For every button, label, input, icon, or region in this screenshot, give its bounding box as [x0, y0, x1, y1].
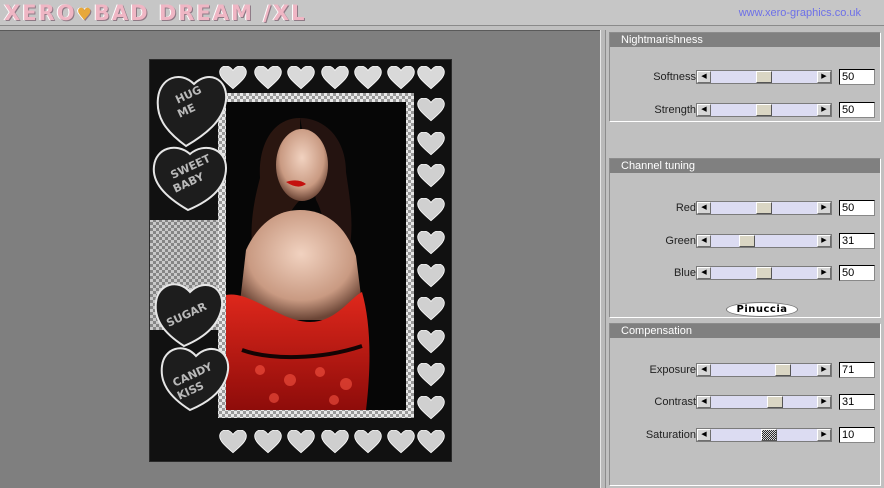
blue-label: Blue: [673, 267, 696, 279]
strength-value[interactable]: 50: [839, 102, 875, 118]
contrast-value[interactable]: 31: [839, 394, 875, 410]
softness-left-arrow-icon[interactable]: ◀: [697, 71, 711, 83]
contrast-slider[interactable]: ◀ ▶: [696, 395, 832, 409]
green-label: Green: [665, 235, 696, 247]
blue-slider-thumb[interactable]: [756, 267, 772, 279]
saturation-slider[interactable]: ◀ ▶: [696, 428, 832, 442]
exposure-slider-thumb[interactable]: [774, 364, 791, 376]
green-right-arrow-icon[interactable]: ▶: [817, 235, 831, 247]
red-label: Red: [675, 202, 696, 214]
preview-image: HUG ME SWEET BABY SUGAR CANDY KISS: [149, 59, 452, 462]
saturation-left-arrow-icon[interactable]: ◀: [697, 429, 711, 441]
red-slider[interactable]: ◀ ▶: [696, 201, 832, 215]
strength-right-arrow-icon[interactable]: ▶: [817, 104, 831, 116]
softness-slider-thumb[interactable]: [756, 71, 772, 83]
pinuccia-watermark: Pinuccia: [726, 302, 798, 317]
exposure-label: Exposure: [649, 364, 696, 376]
channel-tuning-panel: Channel tuning Red ◀ ▶ 50 Green ◀ ▶ 31 B…: [609, 158, 881, 318]
blue-row: Blue ◀ ▶ 50: [610, 265, 880, 281]
preview-image-art: HUG ME SWEET BABY SUGAR CANDY KISS: [150, 60, 451, 461]
softness-label: Softness: [653, 71, 696, 83]
compensation-title: Compensation: [610, 324, 880, 338]
contrast-slider-thumb[interactable]: [766, 396, 783, 408]
green-left-arrow-icon[interactable]: ◀: [697, 235, 711, 247]
saturation-right-arrow-icon[interactable]: ▶: [817, 429, 831, 441]
green-value[interactable]: 31: [839, 233, 875, 249]
red-slider-thumb[interactable]: [756, 202, 772, 214]
softness-row: Softness ◀ ▶ 50: [610, 69, 880, 85]
green-row: Green ◀ ▶ 31: [610, 233, 880, 249]
contrast-right-arrow-icon[interactable]: ▶: [817, 396, 831, 408]
softness-right-arrow-icon[interactable]: ▶: [817, 71, 831, 83]
green-slider[interactable]: ◀ ▶: [696, 234, 832, 248]
strength-slider-thumb[interactable]: [756, 104, 772, 116]
nightmarishness-title: Nightmarishness: [610, 33, 880, 47]
app-header: XERO♥BAD DREAM /XL www.xero-graphics.co.…: [0, 0, 884, 26]
red-value[interactable]: 50: [839, 200, 875, 216]
title-heart-icon: ♥: [76, 5, 94, 25]
red-right-arrow-icon[interactable]: ▶: [817, 202, 831, 214]
exposure-slider[interactable]: ◀ ▶: [696, 363, 832, 377]
blue-left-arrow-icon[interactable]: ◀: [697, 267, 711, 279]
exposure-right-arrow-icon[interactable]: ▶: [817, 364, 831, 376]
red-left-arrow-icon[interactable]: ◀: [697, 202, 711, 214]
blue-right-arrow-icon[interactable]: ▶: [817, 267, 831, 279]
compensation-panel: Compensation Exposure ◀ ▶ 71 Contrast ◀ …: [609, 323, 881, 486]
contrast-left-arrow-icon[interactable]: ◀: [697, 396, 711, 408]
exposure-value[interactable]: 71: [839, 362, 875, 378]
nightmarishness-panel: Nightmarishness Softness ◀ ▶ 50 Strength…: [609, 32, 881, 122]
softness-value[interactable]: 50: [839, 69, 875, 85]
softness-slider[interactable]: ◀ ▶: [696, 70, 832, 84]
blue-value[interactable]: 50: [839, 265, 875, 281]
saturation-row: Saturation ◀ ▶ 10: [610, 427, 880, 443]
green-slider-thumb[interactable]: [738, 235, 755, 247]
app-title-name: BAD DREAM /XL: [93, 1, 307, 25]
saturation-slider-thumb[interactable]: [760, 429, 777, 441]
red-row: Red ◀ ▶ 50: [610, 200, 880, 216]
saturation-value[interactable]: 10: [839, 427, 875, 443]
contrast-row: Contrast ◀ ▶ 31: [610, 394, 880, 410]
exposure-row: Exposure ◀ ▶ 71: [610, 362, 880, 378]
strength-row: Strength ◀ ▶ 50: [610, 102, 880, 118]
strength-left-arrow-icon[interactable]: ◀: [697, 104, 711, 116]
blue-slider[interactable]: ◀ ▶: [696, 266, 832, 280]
strength-slider[interactable]: ◀ ▶: [696, 103, 832, 117]
exposure-left-arrow-icon[interactable]: ◀: [697, 364, 711, 376]
splitter[interactable]: [600, 30, 606, 488]
app-title: XERO♥BAD DREAM /XL: [4, 1, 306, 27]
app-title-xero: XERO: [4, 1, 77, 25]
channel-tuning-title: Channel tuning: [610, 159, 880, 173]
contrast-label: Contrast: [654, 396, 696, 408]
website-link[interactable]: www.xero-graphics.co.uk: [739, 7, 861, 19]
saturation-label: Saturation: [645, 429, 696, 441]
strength-label: Strength: [654, 104, 696, 116]
